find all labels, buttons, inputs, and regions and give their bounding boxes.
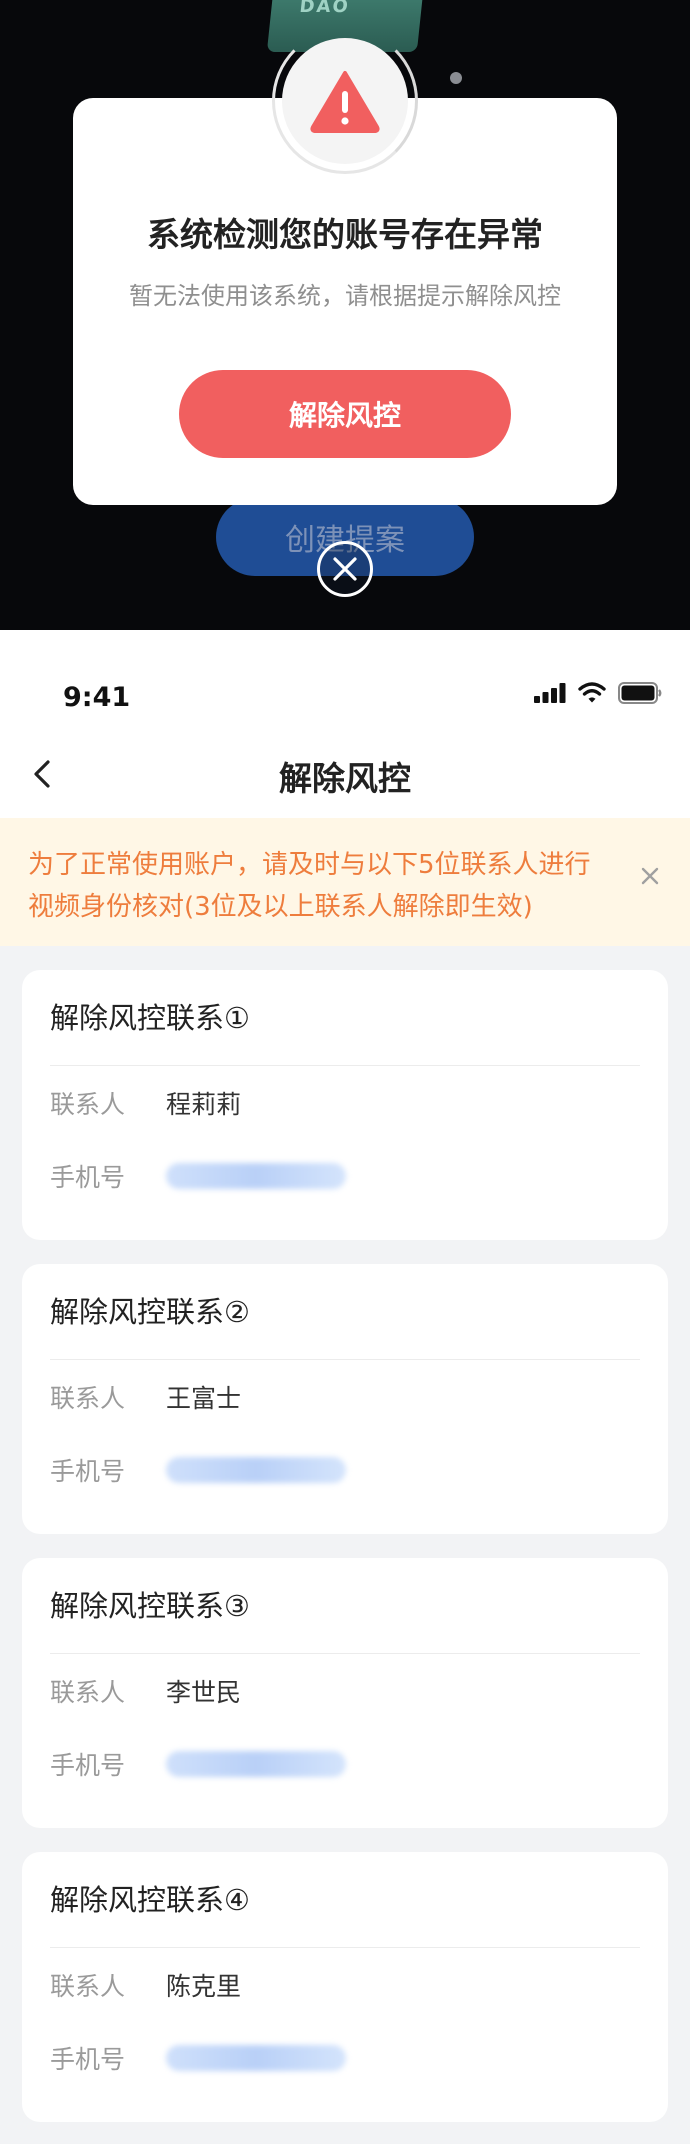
phone-label: 手机号 <box>50 1750 126 1780</box>
contact-name: 陈克里 <box>166 1971 242 2001</box>
contact-name-row: 联系人 程莉莉 <box>50 1066 640 1139</box>
status-bar: 9:41 <box>0 630 690 730</box>
phone-label: 手机号 <box>50 1162 126 1192</box>
notice-close-button[interactable] <box>632 858 668 894</box>
contact-label: 联系人 <box>50 1677 126 1707</box>
contact-label: 联系人 <box>50 1971 126 2001</box>
warning-icon <box>310 71 380 133</box>
contact-card: 解除风控联系② 联系人 王富士 手机号 <box>22 1264 668 1534</box>
contact-label: 联系人 <box>50 1383 126 1413</box>
contact-name-row: 联系人 李世民 <box>50 1654 640 1727</box>
close-icon <box>641 867 659 885</box>
unlock-risk-page: 9:41 解除风控 为了正常使用账户，请及时与以下5位联系人进行视频身份核对(3… <box>0 630 690 2144</box>
blurred-phone-number <box>166 1162 346 1189</box>
blurred-phone-number <box>166 1456 346 1483</box>
contact-phone-row: 手机号 <box>50 1433 640 1506</box>
notice-banner: 为了正常使用账户，请及时与以下5位联系人进行视频身份核对(3位及以上联系人解除即… <box>0 818 690 946</box>
battery-icon <box>618 682 662 704</box>
status-icons <box>534 682 662 704</box>
dao-box-text: DAO <box>298 0 351 17</box>
wifi-icon <box>578 682 606 703</box>
blurred-phone-number <box>166 2044 346 2071</box>
contact-phone-row: 手机号 <box>50 1727 640 1800</box>
nav-bar: 解除风控 <box>0 730 690 818</box>
contact-phone-row: 手机号 <box>50 2021 640 2094</box>
modal-subtitle: 暂无法使用该系统，请根据提示解除风控 <box>129 282 561 310</box>
contact-card-title: 解除风控联系② <box>50 1264 640 1360</box>
contact-list: 解除风控联系① 联系人 程莉莉 手机号 解除风控联系② 联系人 王富士 手机号 … <box>0 946 690 2122</box>
warning-badge <box>282 38 408 164</box>
close-modal-button[interactable] <box>317 541 373 597</box>
modal-title: 系统检测您的账号存在异常 <box>147 215 543 254</box>
phone-label: 手机号 <box>50 1456 126 1486</box>
contact-name-row: 联系人 陈克里 <box>50 1948 640 2021</box>
contact-card: 解除风控联系① 联系人 程莉莉 手机号 <box>22 970 668 1240</box>
contact-label: 联系人 <box>50 1089 126 1119</box>
blurred-phone-number <box>166 1750 346 1777</box>
phone-label: 手机号 <box>50 2044 126 2074</box>
contact-name: 李世民 <box>166 1677 242 1707</box>
contact-name: 程莉莉 <box>166 1089 242 1119</box>
decorative-dot <box>450 72 462 84</box>
contact-name: 王富士 <box>166 1383 242 1413</box>
risk-modal-screen: DAO 创建提案 系统检测您的账号存在异常 暂无法使用该系统，请根据提示解除风控… <box>0 0 690 630</box>
contact-card: 解除风控联系③ 联系人 李世民 手机号 <box>22 1558 668 1828</box>
contact-name-row: 联系人 王富士 <box>50 1360 640 1433</box>
contact-card-title: 解除风控联系① <box>50 970 640 1066</box>
unlock-risk-button[interactable]: 解除风控 <box>179 370 511 458</box>
notice-text: 为了正常使用账户，请及时与以下5位联系人进行视频身份核对(3位及以上联系人解除即… <box>28 850 591 922</box>
cellular-signal-icon <box>534 683 566 703</box>
page-title: 解除风控 <box>279 759 411 798</box>
status-time: 9:41 <box>63 682 131 713</box>
contact-card: 解除风控联系④ 联系人 陈克里 手机号 <box>22 1852 668 2122</box>
contact-card-title: 解除风控联系④ <box>50 1852 640 1948</box>
contact-phone-row: 手机号 <box>50 1139 640 1212</box>
contact-card-title: 解除风控联系③ <box>50 1558 640 1654</box>
close-icon <box>333 557 357 581</box>
